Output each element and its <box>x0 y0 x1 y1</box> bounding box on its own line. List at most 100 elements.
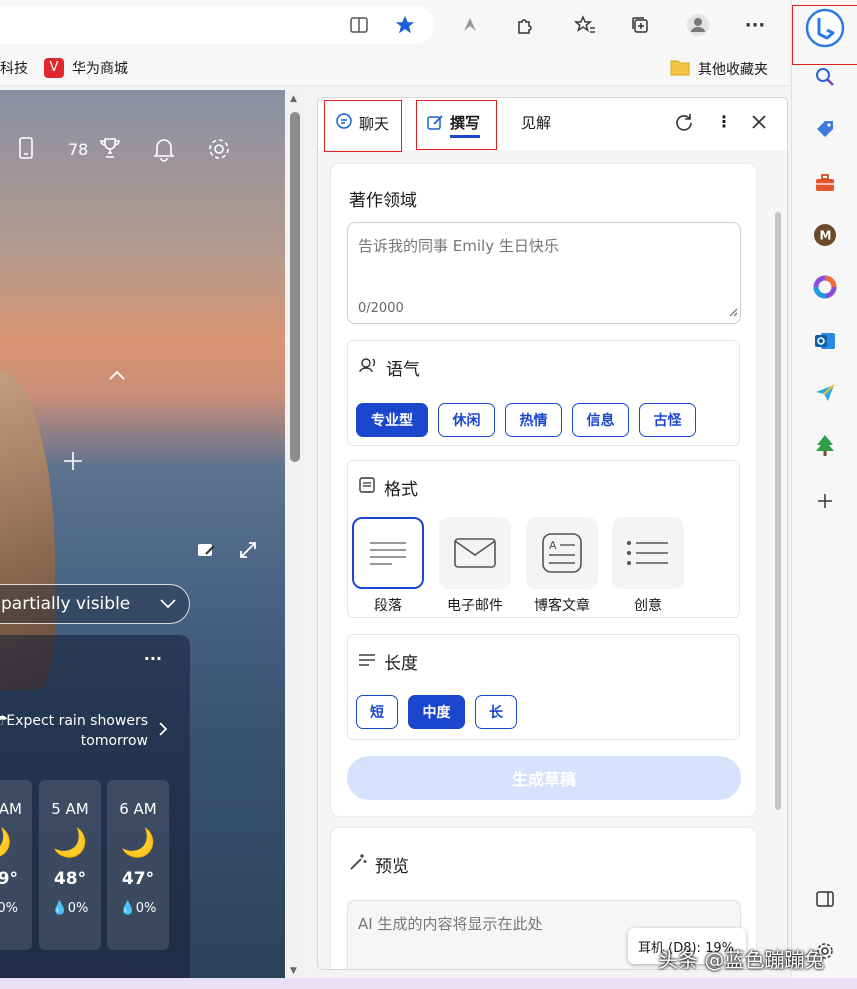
expand-icon[interactable] <box>238 540 258 564</box>
format-section: 格式 段落 电子邮件 A 博客文章 创意 <box>347 460 740 618</box>
bookmark-huawei-mall[interactable]: V 华为商城 <box>44 58 128 78</box>
moon-icon: 🌙 <box>52 826 88 859</box>
highlight-chat-tab <box>324 100 402 152</box>
length-chip[interactable]: 短 <box>356 695 398 729</box>
copilot-icon[interactable] <box>805 8 845 48</box>
refresh-icon[interactable] <box>673 112 695 138</box>
outlook-icon[interactable] <box>810 326 840 356</box>
forecast-text: Expect rain showers tomorrow <box>6 713 148 749</box>
section-label: 长度 <box>384 654 418 674</box>
profile-avatar-icon[interactable] <box>683 10 713 40</box>
bookmark-other-favorites[interactable]: 其他收藏夹 <box>670 58 768 80</box>
format-option-creative[interactable]: 创意 <box>612 517 684 615</box>
hourly-forecast[interactable]: 6 AM 🌙 47° 💧0% <box>107 780 169 950</box>
tracking-icon[interactable] <box>455 10 485 40</box>
length-chip[interactable]: 中度 <box>408 695 465 729</box>
reading-view-icon[interactable] <box>344 10 374 40</box>
raindrop-icon: 💧 <box>119 901 136 916</box>
chevron-down-icon <box>159 595 177 615</box>
length-lines-icon <box>358 652 376 672</box>
bookmark-tech[interactable]: 科技 <box>0 58 28 78</box>
chevron-up-icon[interactable] <box>108 366 126 385</box>
address-bar[interactable] <box>0 6 434 44</box>
highlight-compose-tab <box>416 100 497 150</box>
tab-insights[interactable]: 见解 <box>521 112 551 133</box>
pane-scrollbar-thumb[interactable] <box>775 212 781 810</box>
bullet-list-icon <box>612 517 684 589</box>
format-label: 创意 <box>634 598 662 614</box>
generate-draft-button[interactable]: 生成草稿 <box>347 756 741 800</box>
tone-section: 语气 专业型 休闲 热情 信息 古怪 <box>347 340 740 446</box>
more-menu-icon[interactable]: ··· <box>740 10 770 40</box>
format-option-blog[interactable]: A 博客文章 <box>526 517 598 615</box>
magic-wand-icon <box>349 853 367 876</box>
trophy-icon[interactable] <box>98 136 122 164</box>
hide-sidebar-icon[interactable] <box>810 884 840 914</box>
compose-textarea[interactable]: 告诉我的同事 Emily 生日快乐 0/2000 <box>347 222 741 324</box>
preview-title: 预览 <box>349 852 409 877</box>
search-icon[interactable] <box>810 62 840 92</box>
notification-bell-icon[interactable] <box>152 136 176 166</box>
extensions-icon[interactable] <box>510 10 540 40</box>
favorite-star-icon[interactable] <box>390 10 420 40</box>
bookmarks-bar: 科技 V 华为商城 其他收藏夹 <box>0 50 790 86</box>
resize-handle-icon[interactable] <box>728 302 738 321</box>
collections-icon[interactable] <box>625 10 655 40</box>
voice-icon <box>358 355 378 380</box>
taskbar-strip <box>0 978 857 989</box>
hour-temp: 47° <box>121 869 155 889</box>
envelope-icon <box>439 517 511 589</box>
scroll-thumb[interactable] <box>290 112 300 462</box>
close-icon[interactable] <box>750 113 768 135</box>
tone-chip[interactable]: 信息 <box>572 403 629 437</box>
length-chip[interactable]: 长 <box>475 695 517 729</box>
mobile-icon[interactable] <box>18 136 34 164</box>
raindrop-icon: 💧 <box>51 901 68 916</box>
svg-text:M: M <box>820 229 832 243</box>
microsoft-365-icon[interactable] <box>810 272 840 302</box>
tone-chip[interactable]: 热情 <box>505 403 562 437</box>
tone-title: 语气 <box>358 355 420 380</box>
tools-briefcase-icon[interactable] <box>810 168 840 198</box>
rewards-points[interactable]: 78 <box>68 140 88 159</box>
tree-icon[interactable] <box>810 430 840 460</box>
hourly-forecast[interactable]: AM 🌙 9° 0% <box>0 780 32 950</box>
weather-bar-label: partially visible <box>1 594 131 614</box>
hour-rain-value: 0% <box>135 901 157 916</box>
weather-visibility-dropdown[interactable]: partially visible <box>0 584 190 624</box>
customize-background-icon[interactable] <box>196 540 216 564</box>
bookmark-label: 其他收藏夹 <box>698 62 768 78</box>
hour-temp: 48° <box>53 869 87 889</box>
length-section: 长度 短 中度 长 <box>347 634 740 740</box>
account-m-icon[interactable]: M <box>810 220 840 250</box>
compose-placeholder: 告诉我的同事 Emily 生日快乐 <box>358 237 559 255</box>
hour-time: AM <box>0 800 22 818</box>
page-scrollbar[interactable]: ▲ ▼ <box>286 90 304 989</box>
shopping-tag-icon[interactable] <box>810 114 840 144</box>
format-label: 博客文章 <box>534 598 590 614</box>
section-label: 格式 <box>384 480 418 500</box>
preview-placeholder: AI 生成的内容将显示在此处 <box>358 915 543 933</box>
add-sidebar-app-icon[interactable] <box>810 486 840 516</box>
compose-card: 著作领域 告诉我的同事 Emily 生日快乐 0/2000 语气 专业型 休闲 <box>331 164 756 816</box>
hour-time: 5 AM <box>51 800 89 818</box>
umbrella-icon: ☂ <box>0 713 9 729</box>
favorites-icon[interactable] <box>570 10 600 40</box>
send-plane-icon[interactable] <box>810 378 840 408</box>
hourly-forecast[interactable]: 5 AM 🌙 48° 💧0% <box>39 780 101 950</box>
scroll-up-arrow-icon[interactable]: ▲ <box>290 94 297 104</box>
add-shortcut-icon[interactable] <box>62 450 84 476</box>
format-option-paragraph[interactable]: 段落 <box>352 517 424 615</box>
tone-chip[interactable]: 休闲 <box>438 403 495 437</box>
more-options-icon[interactable]: ⋮ <box>716 112 732 131</box>
tone-chip[interactable]: 专业型 <box>356 403 428 437</box>
new-tab-page: 78 partially visible ··· ☂ Expect rain s… <box>0 90 285 989</box>
format-option-email[interactable]: 电子邮件 <box>439 517 511 615</box>
weather-forecast[interactable]: ☂ Expect rain showers tomorrow <box>0 711 168 751</box>
settings-gear-icon[interactable] <box>206 136 232 166</box>
scroll-down-arrow-icon[interactable]: ▼ <box>290 966 297 976</box>
tab-label: 见解 <box>521 114 552 132</box>
tone-chip[interactable]: 古怪 <box>639 403 696 437</box>
moon-icon: 🌙 <box>0 826 32 859</box>
weather-more-icon[interactable]: ··· <box>144 649 162 668</box>
